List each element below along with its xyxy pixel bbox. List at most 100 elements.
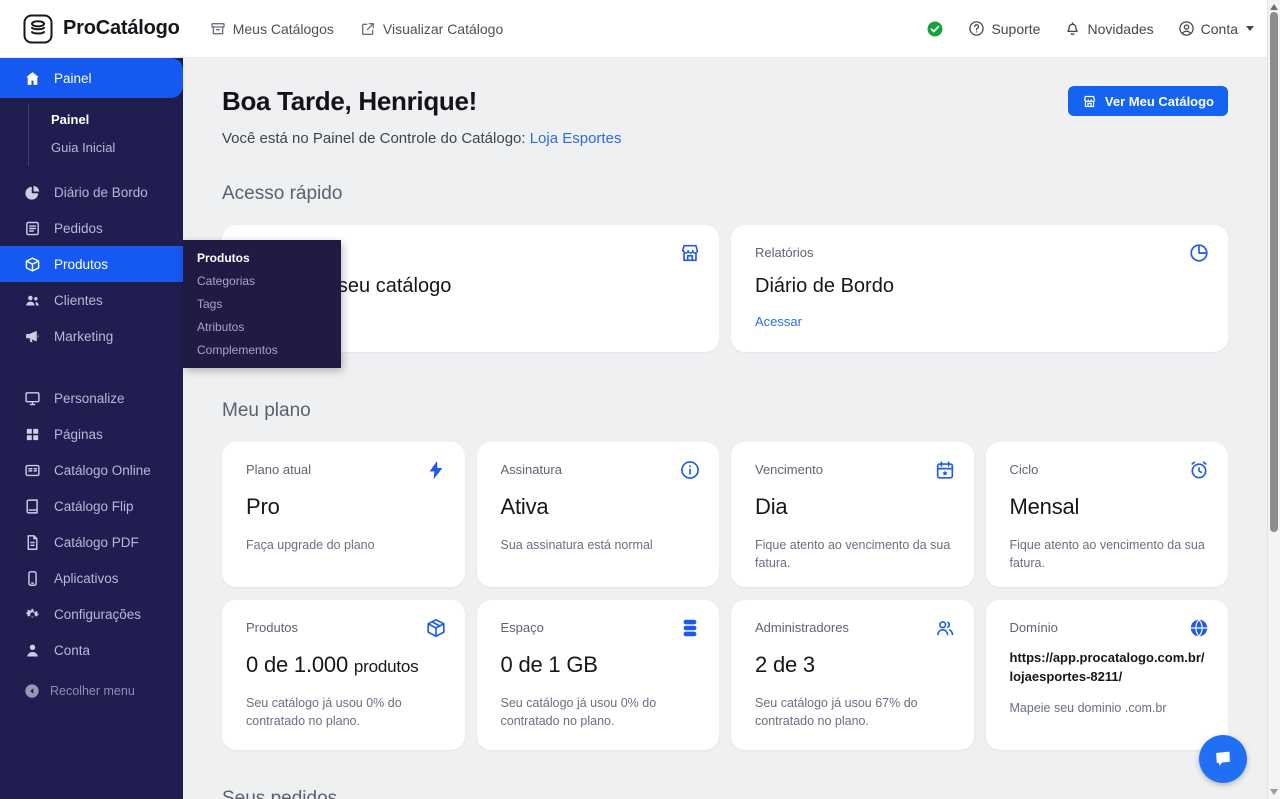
- scroll-down-arrow-icon[interactable]: [1270, 789, 1278, 795]
- calendar-icon: [934, 459, 956, 481]
- sidebar-item-catalogo-online[interactable]: Catálogo Online: [0, 452, 183, 488]
- sidebar-item-catalogo-flip[interactable]: Catálogo Flip: [0, 488, 183, 524]
- chevron-down-icon: [1246, 26, 1254, 31]
- sidebar-item-label: Diário de Bordo: [54, 185, 148, 200]
- card-value: 0 de 1 GB: [501, 652, 700, 678]
- scroll-up-arrow-icon[interactable]: [1270, 4, 1278, 10]
- card-desc: Sua assinatura está normal: [501, 536, 700, 554]
- package-icon: [425, 617, 447, 639]
- flyout-item-tags[interactable]: Tags: [183, 293, 341, 316]
- card-desc: Seu catálogo já usou 0% do contratado no…: [501, 694, 700, 730]
- brand-logo[interactable]: ProCatálogo: [22, 13, 180, 45]
- card-title: Diário de Bordo: [755, 275, 1208, 298]
- scrollbar-thumb[interactable]: [1270, 12, 1278, 532]
- submenu-item-painel[interactable]: Painel: [29, 106, 183, 134]
- account-menu[interactable]: Conta: [1178, 20, 1254, 37]
- users-icon: [24, 292, 41, 309]
- megaphone-icon: [24, 328, 41, 345]
- pdf-file-icon: [24, 534, 41, 551]
- flyout-item-produtos[interactable]: Produtos: [183, 247, 341, 270]
- nav-label: Visualizar Catálogo: [383, 21, 503, 37]
- plan-card-produtos: Produtos 0 de 1.000 produtos Seu catálog…: [222, 600, 465, 750]
- vertical-scrollbar[interactable]: [1267, 0, 1280, 799]
- sidebar-item-configuracoes[interactable]: Configurações: [0, 596, 183, 632]
- sidebar-item-conta[interactable]: Conta: [0, 632, 183, 668]
- book-icon: [24, 498, 41, 515]
- quick-card-relatorios[interactable]: Relatórios Diário de Bordo Acessar: [731, 225, 1228, 352]
- card-desc: Mapeie seu dominio .com.br: [1010, 699, 1209, 717]
- home-icon: [24, 70, 41, 87]
- sidebar-item-marketing[interactable]: Marketing: [0, 318, 183, 354]
- sidebar-item-catalogo-pdf[interactable]: Catálogo PDF: [0, 524, 183, 560]
- storefront-icon: [679, 242, 701, 264]
- card-label: Vencimento: [755, 462, 954, 477]
- painel-submenu: Painel Guia Inicial: [28, 104, 183, 166]
- gear-icon: [24, 606, 41, 623]
- grid-icon: [24, 426, 41, 443]
- news-menu[interactable]: Novidades: [1064, 20, 1153, 37]
- subtitle-text: Você está no Painel de Controle do Catál…: [222, 130, 526, 147]
- sidebar-item-label: Painel: [54, 71, 92, 86]
- card-value: Mensal: [1010, 494, 1209, 520]
- sidebar-item-paginas[interactable]: Páginas: [0, 416, 183, 452]
- card-label: Domínio: [1010, 620, 1209, 635]
- help-circle-icon: [968, 20, 985, 37]
- plan-card-dominio: Domínio https://app.procatalogo.com.br/l…: [986, 600, 1229, 750]
- card-value: Dia: [755, 494, 954, 520]
- card-desc: Fique atento ao vencimento da sua fatura…: [1010, 536, 1209, 572]
- chat-widget-button[interactable]: [1199, 735, 1247, 783]
- sidebar-item-label: Produtos: [54, 257, 108, 272]
- flyout-item-complementos[interactable]: Complementos: [183, 339, 341, 362]
- submenu-item-guia-inicial[interactable]: Guia Inicial: [29, 134, 183, 162]
- sidebar-item-clientes[interactable]: Clientes: [0, 282, 183, 318]
- account-label: Conta: [1201, 21, 1238, 37]
- pie-chart-icon: [24, 184, 41, 201]
- page-greeting: Boa Tarde, Henrique!: [222, 86, 621, 117]
- monitor-icon: [24, 390, 41, 407]
- domain-url: https://app.procatalogo.com.br/lojaespor…: [1010, 649, 1209, 687]
- user-circle-icon: [1178, 20, 1195, 37]
- support-menu[interactable]: Suporte: [968, 20, 1040, 37]
- info-icon: [679, 459, 701, 481]
- card-desc: Faça upgrade do plano: [246, 536, 445, 554]
- card-value: 0 de 1.000 produtos: [246, 652, 445, 678]
- card-desc: Seu catálogo já usou 67% do contratado n…: [755, 694, 954, 730]
- orders-icon: [24, 220, 41, 237]
- chat-bubble-icon: [1212, 748, 1234, 770]
- list-card-icon: [24, 462, 41, 479]
- admins-icon: [934, 617, 956, 639]
- card-value: 2 de 3: [755, 652, 954, 678]
- nav-visualizar-catalogo[interactable]: Visualizar Catálogo: [360, 21, 503, 37]
- sidebar-item-personalize[interactable]: Personalize: [0, 380, 183, 416]
- plan-heading: Meu plano: [222, 400, 1228, 422]
- produtos-flyout-menu: Produtos Categorias Tags Atributos Compl…: [183, 240, 341, 368]
- sidebar-item-label: Pedidos: [54, 221, 103, 236]
- archive-icon: [210, 21, 226, 37]
- sidebar-item-pedidos[interactable]: Pedidos: [0, 210, 183, 246]
- alarm-clock-icon: [1188, 459, 1210, 481]
- globe-icon: [1188, 617, 1210, 639]
- nav-label: Meus Catálogos: [233, 21, 334, 37]
- card-label: Ciclo: [1010, 462, 1209, 477]
- sidebar-item-painel[interactable]: Painel: [0, 58, 183, 98]
- quick-access-heading: Acesso rápido: [222, 183, 1228, 205]
- flyout-item-categorias[interactable]: Categorias: [183, 270, 341, 293]
- usage-value: 0 de 1.000: [246, 652, 348, 677]
- bell-icon: [1064, 20, 1081, 37]
- sidebar-item-label: Catálogo Online: [54, 463, 151, 478]
- catalog-name-link[interactable]: Loja Esportes: [530, 130, 622, 147]
- collapse-menu-button[interactable]: Recolher menu: [0, 678, 183, 704]
- view-catalog-button[interactable]: Ver Meu Catálogo: [1068, 86, 1228, 116]
- flyout-item-atributos[interactable]: Atributos: [183, 316, 341, 339]
- storefront-icon: [1082, 94, 1097, 109]
- sidebar-item-diario-de-bordo[interactable]: Diário de Bordo: [0, 174, 183, 210]
- acessar-link[interactable]: Acessar: [755, 314, 802, 329]
- news-label: Novidades: [1087, 21, 1153, 37]
- sidebar-item-label: Catálogo Flip: [54, 499, 134, 514]
- database-icon: [679, 617, 701, 639]
- card-label: Plano atual: [246, 462, 445, 477]
- sidebar-item-produtos[interactable]: Produtos: [0, 246, 183, 282]
- sidebar-item-aplicativos[interactable]: Aplicativos: [0, 560, 183, 596]
- nav-meus-catalogos[interactable]: Meus Catálogos: [210, 21, 334, 37]
- lightning-icon: [425, 459, 447, 481]
